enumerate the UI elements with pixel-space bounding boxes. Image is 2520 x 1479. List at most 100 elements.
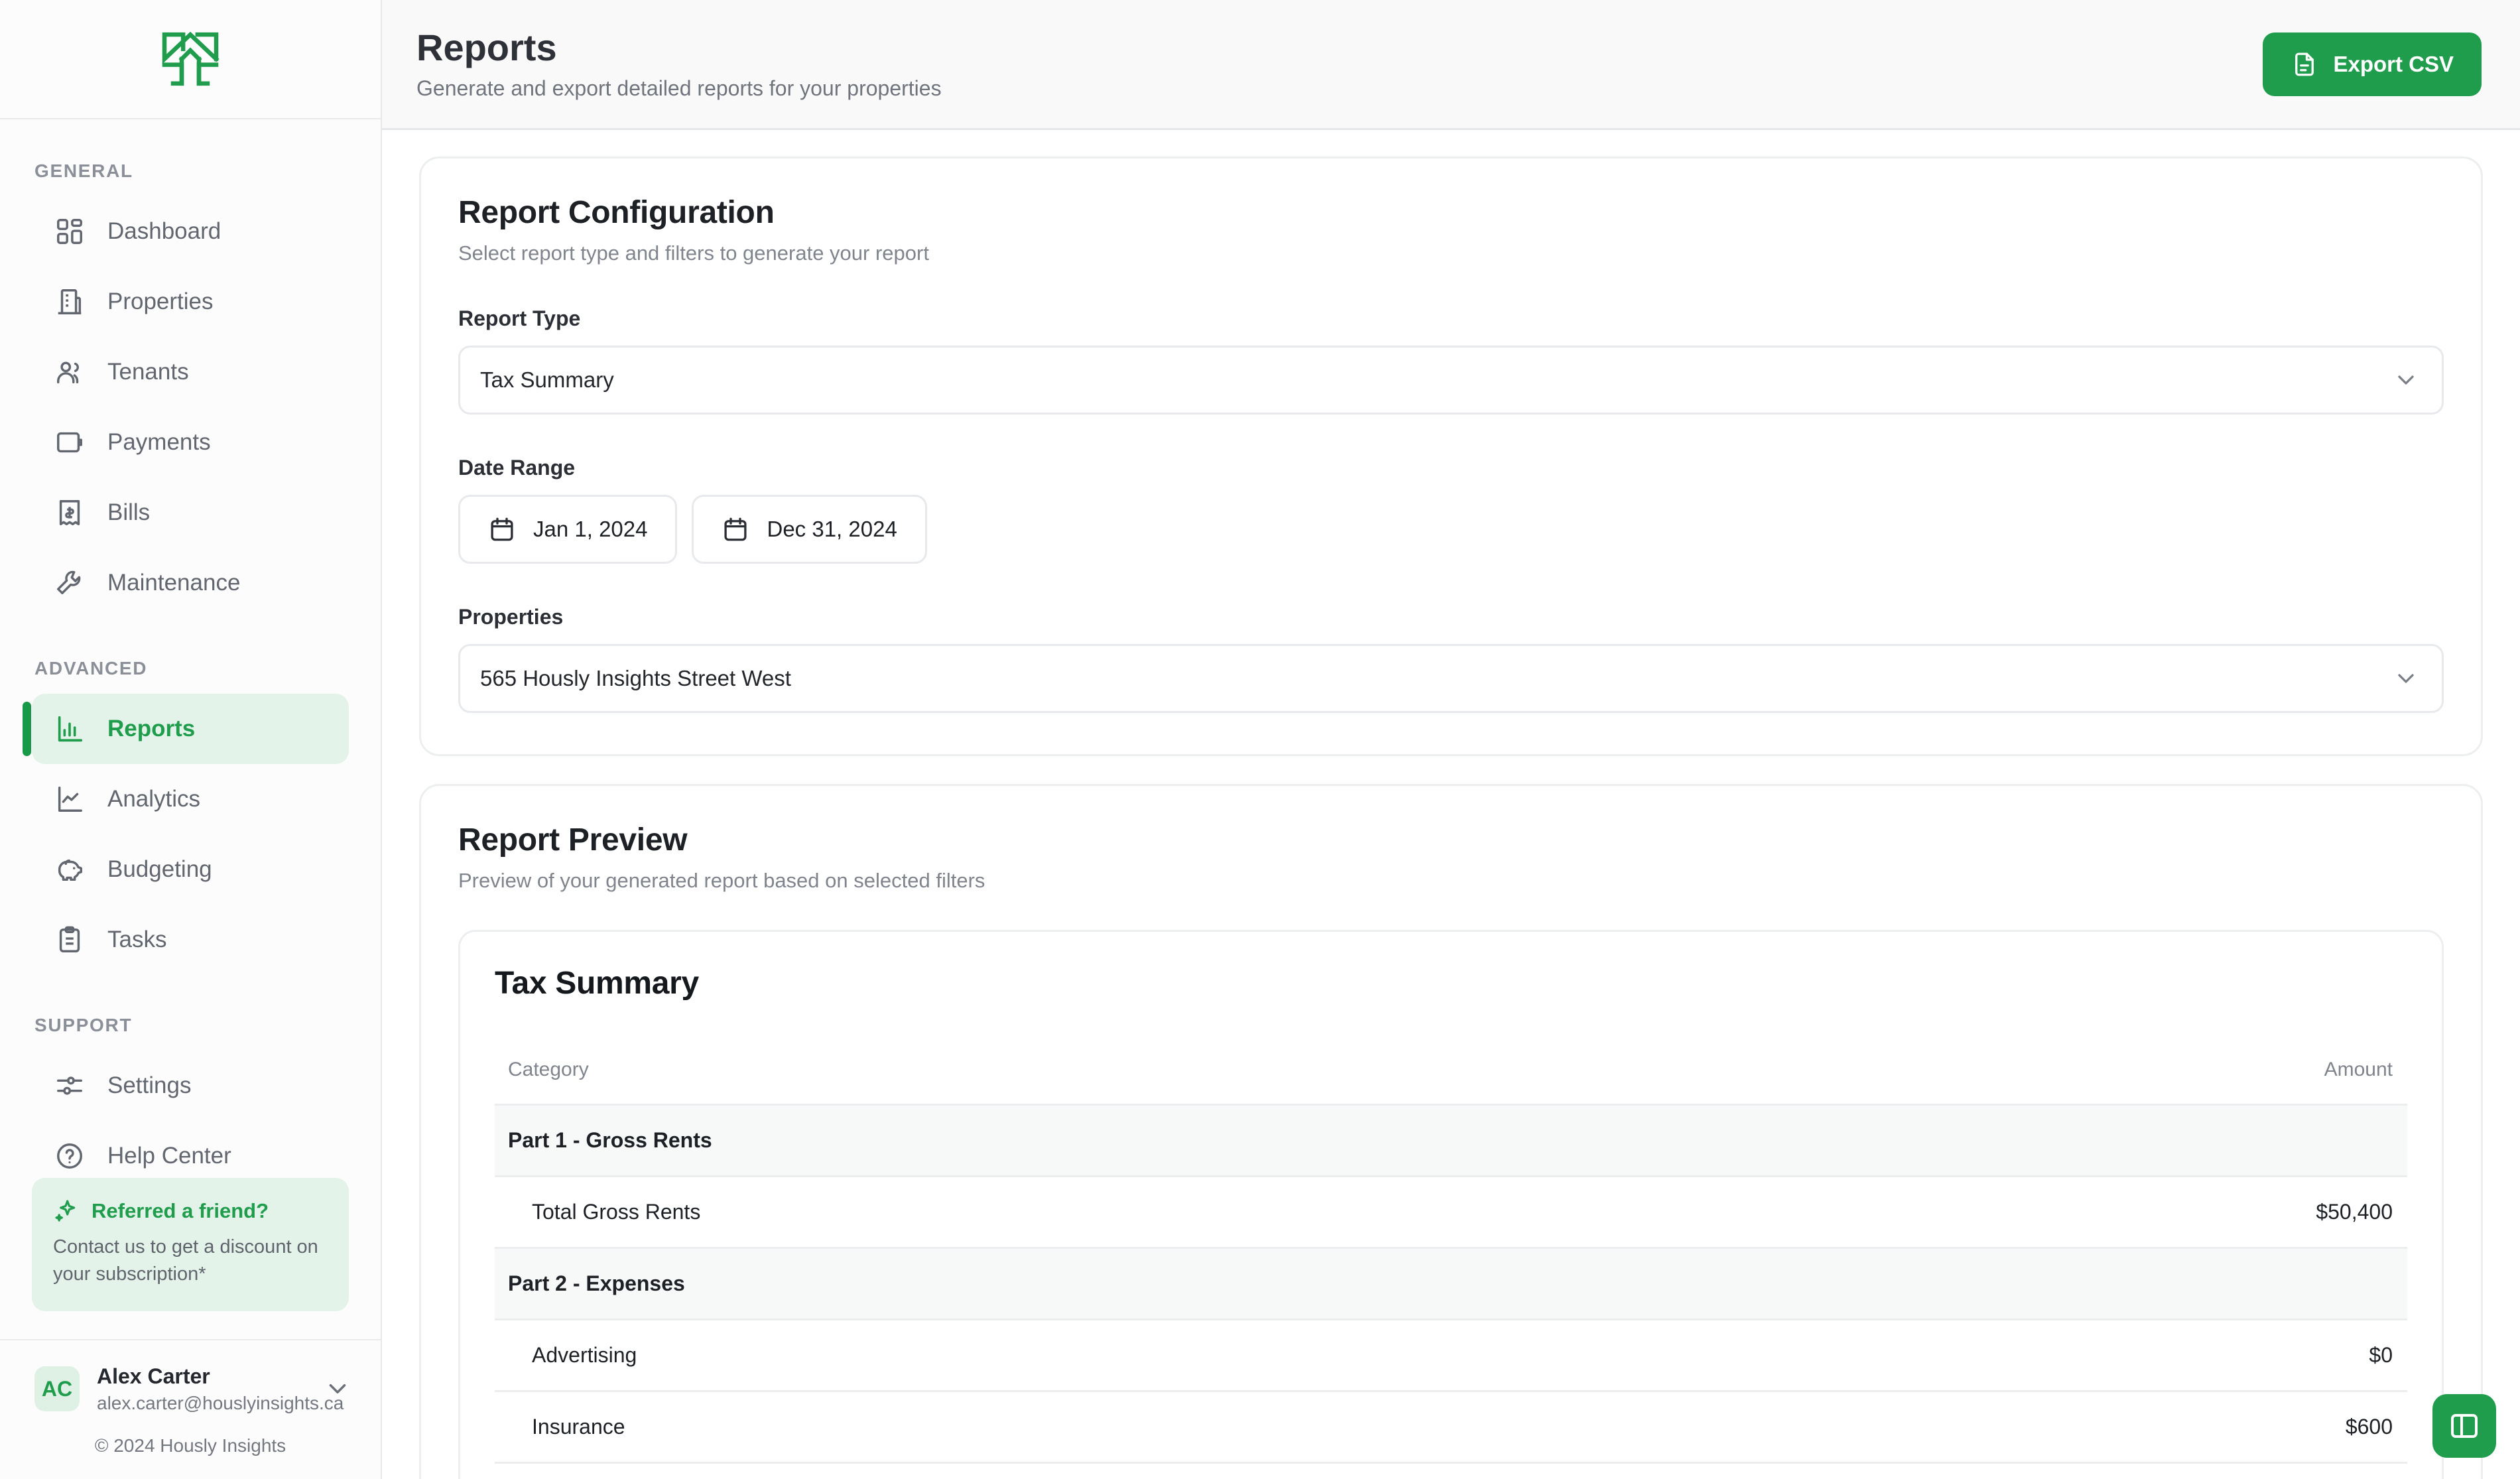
table-row: Interest and Bank Charges$30,000 (495, 1462, 2407, 1479)
sidebar: GENERAL Dashboard Properties Tenants Pay… (0, 0, 382, 1479)
table-row: Insurance $600 (495, 1390, 2407, 1463)
sidebar-item-label: Maintenance (107, 570, 241, 596)
table-row: Part 1 - Gross Rents (495, 1104, 2407, 1177)
sidebar-item-dashboard[interactable]: Dashboard (32, 196, 349, 267)
sidebar-item-help-center[interactable]: Help Center (32, 1121, 349, 1178)
date-range-end-value: Dec 31, 2024 (767, 517, 897, 541)
piggy-bank-icon (54, 854, 85, 885)
report-type-value: Tax Summary (480, 367, 614, 392)
tax-summary-table: Category Amount Part 1 - Gross Rents Tota… (495, 1059, 2407, 1479)
nav-group-advanced-label: ADVANCED (34, 658, 148, 678)
sidebar-item-analytics[interactable]: Analytics (32, 764, 349, 834)
cell-amount: $50,400 (1451, 1175, 2407, 1248)
sidebar-item-reports[interactable]: Reports (23, 694, 349, 764)
date-range-row: Jan 1, 2024 Dec 31, 2024 (458, 495, 2444, 564)
sidebar-item-settings[interactable]: Settings (32, 1051, 349, 1121)
sidebar-item-maintenance[interactable]: Maintenance (32, 548, 349, 618)
date-range-end-button[interactable]: Dec 31, 2024 (692, 495, 927, 564)
referral-text: Contact us to get a discount on your sub… (53, 1236, 318, 1285)
sidebar-item-budgeting[interactable]: Budgeting (32, 834, 349, 905)
sidebar-item-tasks[interactable]: Tasks (32, 905, 349, 975)
export-csv-label: Export CSV (2333, 51, 2454, 76)
user-profile[interactable]: AC Alex Carter alex.carter@houslyinsight… (0, 1340, 381, 1435)
panel-toggle-icon (2448, 1410, 2480, 1442)
calendar-icon (488, 515, 516, 543)
calendar-icon (722, 515, 749, 543)
receipt-icon (54, 497, 85, 528)
page-header-text: Reports Generate and export detailed rep… (416, 27, 942, 101)
cell-category: Interest and Bank Charges (495, 1462, 1451, 1479)
user-name: Alex Carter (97, 1364, 210, 1388)
sidebar-item-label: Budgeting (107, 856, 212, 882)
cell-category: Part 2 - Expenses (495, 1247, 1451, 1320)
cell-amount: $30,000 (1451, 1462, 2407, 1479)
file-text-icon (2291, 50, 2318, 78)
main-area: Reports Generate and export detailed rep… (382, 0, 2520, 1479)
sidebar-item-bills[interactable]: Bills (32, 478, 349, 548)
properties-select[interactable]: 565 Hously Insights Street West (458, 644, 2444, 713)
sidebar-item-properties[interactable]: Properties (32, 267, 349, 337)
sidebar-item-label: Dashboard (107, 218, 221, 244)
cell-amount (1451, 1104, 2407, 1177)
clipboard-icon (54, 925, 85, 955)
sidebar-item-payments[interactable]: Payments (32, 407, 349, 478)
chevron-down-icon (2393, 367, 2419, 393)
preview-card-subtitle: Preview of your generated report based o… (458, 869, 985, 892)
report-preview-inner: Tax Summary Category Amount Part 1 - Gro… (458, 930, 2444, 1479)
sidebar-item-label: Bills (107, 499, 151, 525)
avatar: AC (34, 1366, 80, 1412)
preview-card-title: Report Preview (458, 822, 688, 858)
report-type-label: Report Type (458, 306, 581, 330)
bar-chart-icon (54, 714, 85, 744)
app-root: GENERAL Dashboard Properties Tenants Pay… (0, 0, 2520, 1479)
report-type-select[interactable]: Tax Summary (458, 346, 2444, 415)
help-circle-icon (54, 1141, 85, 1171)
export-csv-button[interactable]: Export CSV (2263, 32, 2482, 96)
page-header: Reports Generate and export detailed rep… (382, 0, 2520, 130)
table-row: Advertising $0 (495, 1318, 2407, 1391)
referral-title: Referred a friend? (92, 1199, 269, 1223)
column-header-amount: Amount (2324, 1059, 2393, 1080)
page-title: Reports (416, 27, 557, 69)
sidebar-item-label: Properties (107, 289, 214, 314)
house-logo-icon (156, 25, 225, 94)
panel-toggle-button[interactable] (2432, 1394, 2496, 1458)
properties-label: Properties (458, 605, 564, 629)
report-title: Tax Summary (495, 966, 699, 1001)
sidebar-item-label: Tenants (107, 359, 189, 385)
cell-amount: $600 (1451, 1390, 2407, 1463)
sidebar-item-tenants[interactable]: Tenants (32, 337, 349, 407)
sidebar-item-label: Tasks (107, 927, 167, 952)
wallet-icon (54, 427, 85, 458)
referral-card[interactable]: Referred a friend? Contact us to get a d… (32, 1178, 349, 1311)
chevron-down-icon[interactable] (324, 1375, 351, 1403)
page-subtitle: Generate and export detailed reports for… (416, 76, 942, 100)
cell-category: Total Gross Rents (495, 1175, 1451, 1248)
cell-category: Insurance (495, 1390, 1451, 1463)
report-configuration-card: Report Configuration Select report type … (419, 157, 2483, 756)
date-range-start-value: Jan 1, 2024 (533, 517, 648, 541)
sidebar-item-label: Reports (107, 716, 196, 741)
date-range-start-button[interactable]: Jan 1, 2024 (458, 495, 678, 564)
grid-icon (54, 216, 85, 247)
cell-amount (1451, 1247, 2407, 1320)
cell-category: Part 1 - Gross Rents (495, 1104, 1451, 1177)
users-icon (54, 357, 85, 387)
user-email: alex.carter@houslyinsights.ca (97, 1392, 344, 1413)
properties-value: 565 Hously Insights Street West (480, 666, 791, 690)
table-row: Part 2 - Expenses (495, 1247, 2407, 1320)
user-meta: Alex Carter alex.carter@houslyinsights.c… (97, 1363, 344, 1415)
line-chart-icon (54, 784, 85, 814)
column-header-category: Category (508, 1059, 589, 1080)
chevron-down-icon (2393, 665, 2419, 692)
sidebar-item-label: Settings (107, 1072, 192, 1098)
sliders-icon (54, 1070, 85, 1101)
wrench-icon (54, 568, 85, 598)
logo-area (0, 0, 381, 119)
page-content: Report Configuration Select report type … (382, 130, 2520, 1479)
table-row: Total Gross Rents $50,400 (495, 1175, 2407, 1248)
sidebar-item-label: Payments (107, 429, 211, 455)
config-card-title: Report Configuration (458, 195, 775, 230)
table-body: Part 1 - Gross Rents Total Gross Rents $50… (495, 1104, 2407, 1479)
copyright: © 2024 Hously Insights (94, 1435, 286, 1456)
